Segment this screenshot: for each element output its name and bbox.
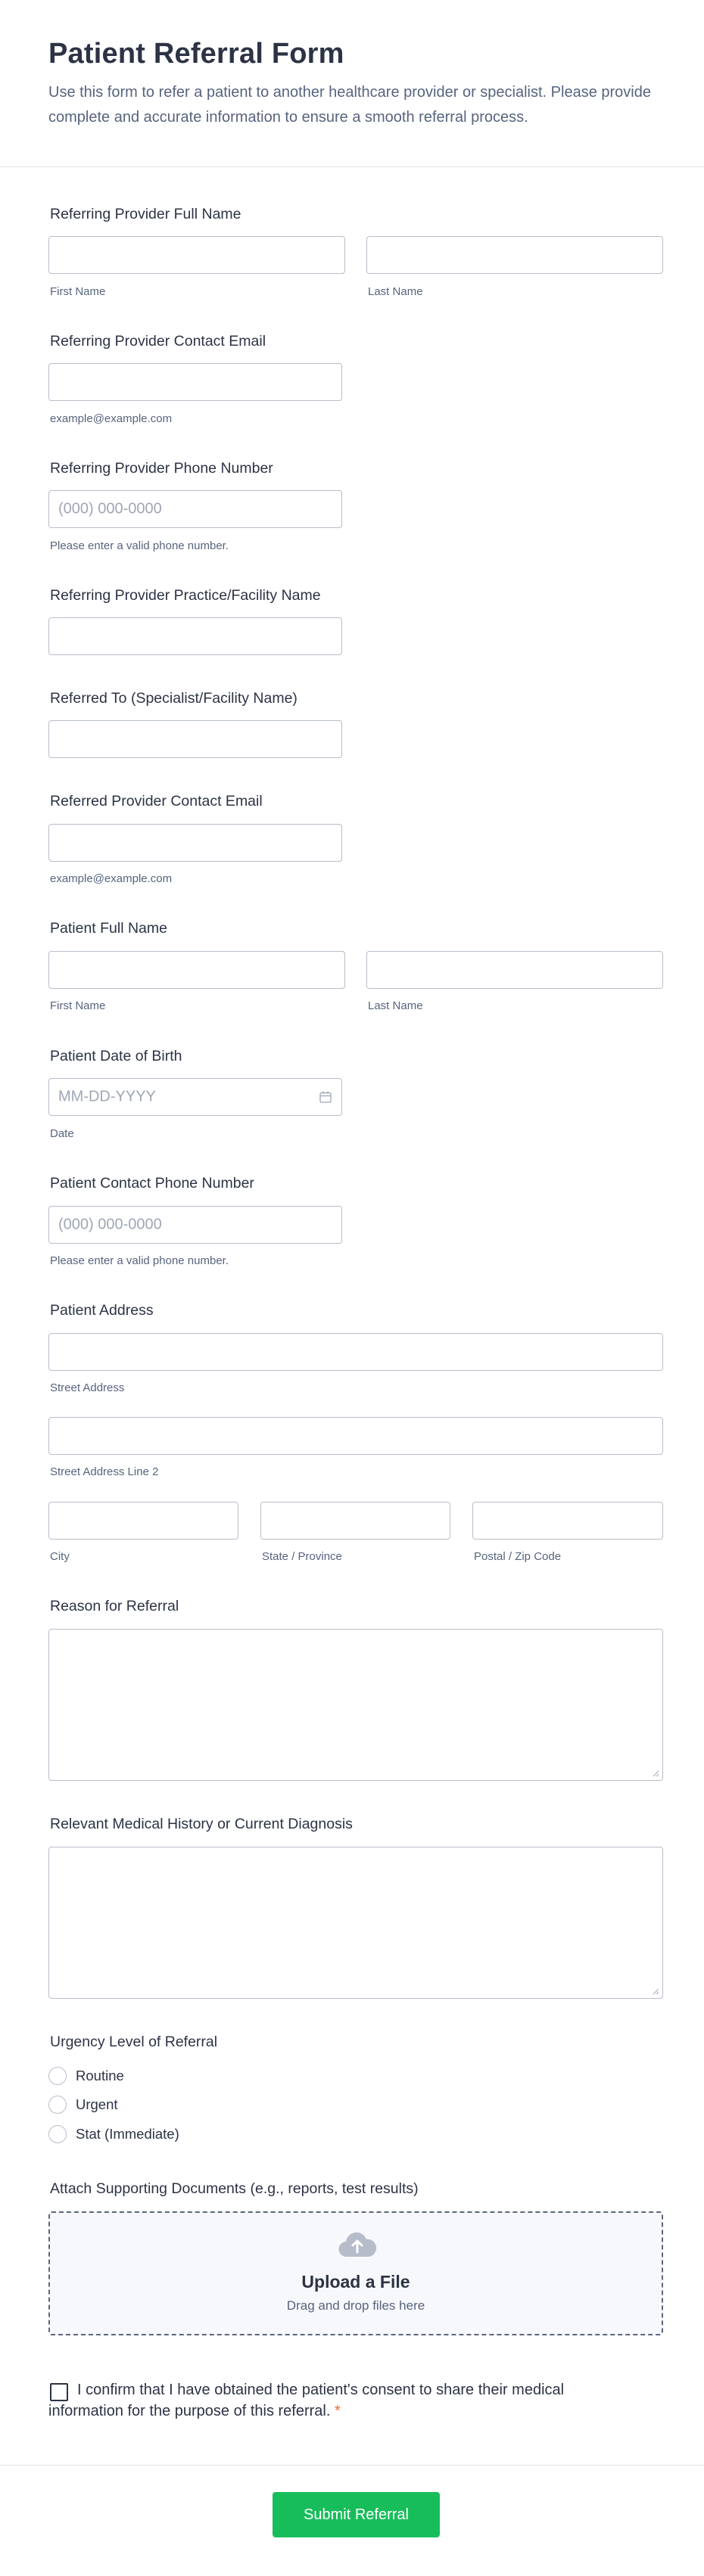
street-address-line2-input[interactable] (48, 1417, 663, 1455)
first-name-sublabel: First Name (50, 285, 106, 298)
street-address-sublabel: Street Address (50, 1381, 125, 1394)
patient-last-name-input[interactable] (366, 951, 663, 989)
phone-placeholder: (000) 000-0000 (58, 500, 162, 517)
referred-to-input[interactable] (48, 720, 342, 758)
ref-provider-phone-input[interactable]: (000) 000-0000 (48, 490, 342, 528)
reason-textarea[interactable] (48, 1629, 663, 1781)
required-asterisk: * (334, 2403, 341, 2419)
page-description: Use this form to refer a patient to anot… (48, 84, 651, 126)
urgency-option-label[interactable]: Routine (76, 2068, 124, 2084)
patient-phone-sublabel: Please enter a valid phone number. (50, 1254, 229, 1267)
patient-phone-input[interactable]: (000) 000-0000 (48, 1206, 342, 1244)
state-input[interactable] (260, 1502, 450, 1540)
footer-divider (0, 2465, 704, 2466)
city-sublabel: City (50, 1550, 70, 1563)
dob-placeholder: MM-DD-YYYY (58, 1088, 156, 1105)
patient-address-label: Patient Address (50, 1302, 154, 1319)
email-sublabel: example@example.com (50, 412, 173, 425)
upload-subtitle: Drag and drop files here (286, 2298, 425, 2313)
referred-to-label: Referred To (Specialist/Facility Name) (50, 690, 297, 707)
patient-dob-label: Patient Date of Birth (50, 1048, 182, 1064)
ref-provider-name-label: Referring Provider Full Name (50, 206, 241, 222)
patient-first-sublabel: First Name (50, 999, 106, 1012)
ref-provider-email-input[interactable] (48, 363, 342, 401)
upload-title: Upload a File (301, 2272, 410, 2292)
history-textarea[interactable] (48, 1847, 663, 1999)
attachments-label: Attach Supporting Documents (e.g., repor… (50, 2180, 419, 2197)
cloud-upload-icon (338, 2232, 376, 2257)
resize-handle-icon[interactable] (652, 1770, 659, 1777)
history-label: Relevant Medical History or Current Diag… (50, 1816, 353, 1832)
resize-handle-icon[interactable] (652, 1987, 659, 1995)
zip-sublabel: Postal / Zip Code (474, 1550, 562, 1563)
referred-email-sublabel: example@example.com (50, 872, 173, 885)
header-divider (0, 166, 704, 167)
dob-sublabel: Date (50, 1127, 74, 1140)
submit-button[interactable]: Submit Referral (273, 2492, 440, 2537)
ref-provider-phone-label: Referring Provider Phone Number (50, 460, 273, 477)
zip-input[interactable] (472, 1502, 663, 1540)
city-input[interactable] (48, 1502, 238, 1540)
phone-sublabel: Please enter a valid phone number. (50, 539, 229, 552)
patient-first-name-input[interactable] (48, 951, 345, 989)
ref-practice-label: Referring Provider Practice/Facility Nam… (50, 587, 321, 604)
ref-provider-last-name-input[interactable] (366, 236, 663, 274)
consent-text[interactable]: I confirm that I have obtained the patie… (48, 2379, 578, 2422)
street-address-line2-sublabel: Street Address Line 2 (50, 1465, 159, 1478)
urgency-radio-stat[interactable] (48, 2125, 67, 2143)
patient-dob-input[interactable]: MM-DD-YYYY (48, 1078, 342, 1116)
reason-label: Reason for Referral (50, 1598, 179, 1614)
referred-email-label: Referred Provider Contact Email (50, 793, 263, 809)
state-sublabel: State / Province (262, 1550, 342, 1563)
urgency-label: Urgency Level of Referral (50, 2034, 218, 2050)
ref-practice-input[interactable] (48, 617, 342, 655)
ref-provider-email-label: Referring Provider Contact Email (50, 333, 266, 350)
last-name-sublabel: Last Name (368, 285, 423, 298)
urgency-option-label[interactable]: Urgent (76, 2096, 118, 2113)
page-title: Patient Referral Form (48, 38, 344, 70)
file-upload-dropzone[interactable]: Upload a File Drag and drop files here (48, 2211, 663, 2335)
street-address-input[interactable] (48, 1333, 663, 1371)
consent-label: I confirm that I have obtained the patie… (48, 2382, 565, 2419)
calendar-icon[interactable] (319, 1090, 332, 1104)
patient-phone-label: Patient Contact Phone Number (50, 1175, 254, 1192)
patient-phone-placeholder: (000) 000-0000 (58, 1216, 162, 1233)
patient-last-sublabel: Last Name (368, 999, 423, 1012)
ref-provider-first-name-input[interactable] (48, 236, 345, 274)
patient-name-label: Patient Full Name (50, 920, 167, 937)
urgency-radio-urgent[interactable] (48, 2096, 67, 2114)
referred-email-input[interactable] (48, 824, 342, 862)
urgency-radio-routine[interactable] (48, 2067, 67, 2085)
urgency-option-label[interactable]: Stat (Immediate) (76, 2126, 179, 2143)
